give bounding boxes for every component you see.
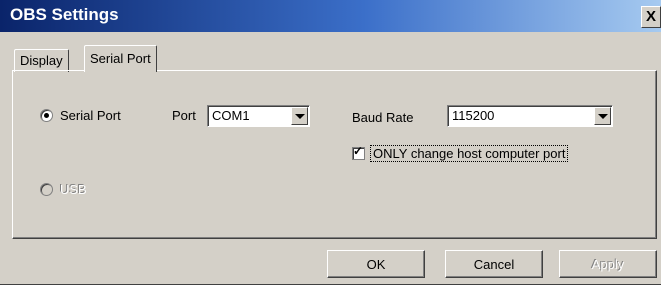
baud-rate-label: Baud Rate	[352, 110, 414, 125]
radio-selected-icon	[40, 109, 53, 122]
close-icon: X	[645, 8, 656, 25]
tab-display-label: Display	[20, 53, 63, 68]
port-dropdown-arrow-icon[interactable]	[291, 107, 308, 125]
baud-rate-dropdown-arrow-icon[interactable]	[594, 107, 611, 125]
tab-display[interactable]: Display	[14, 49, 69, 72]
host-port-checkbox[interactable]: ✓ ONLY change host computer port	[352, 144, 569, 162]
cancel-button[interactable]: Cancel	[445, 250, 543, 278]
ok-button[interactable]: OK	[327, 250, 425, 278]
tab-serial-port[interactable]: Serial Port	[84, 45, 157, 72]
window-title: OBS Settings	[10, 5, 119, 24]
tab-serial-port-label: Serial Port	[90, 51, 151, 66]
checkmark-icon: ✓	[353, 144, 364, 158]
checkbox-box[interactable]: ✓	[352, 144, 365, 160]
port-select-value: COM1	[212, 108, 250, 123]
serial-port-radio[interactable]: Serial Port	[40, 108, 121, 123]
usb-radio: USB	[40, 182, 87, 197]
radio-unselected-icon	[40, 183, 53, 196]
baud-rate-select[interactable]: 115200	[447, 105, 613, 127]
port-label: Port	[172, 108, 196, 123]
usb-radio-label: USB	[60, 182, 87, 197]
port-select[interactable]: COM1	[207, 105, 310, 127]
close-button[interactable]: X	[641, 6, 661, 28]
apply-button: Apply	[559, 250, 657, 278]
serial-port-radio-label: Serial Port	[60, 108, 121, 123]
title-bar: OBS Settings X	[0, 0, 661, 32]
host-port-checkbox-label: ONLY change host computer port	[370, 145, 569, 162]
baud-rate-select-value: 115200	[452, 108, 495, 123]
